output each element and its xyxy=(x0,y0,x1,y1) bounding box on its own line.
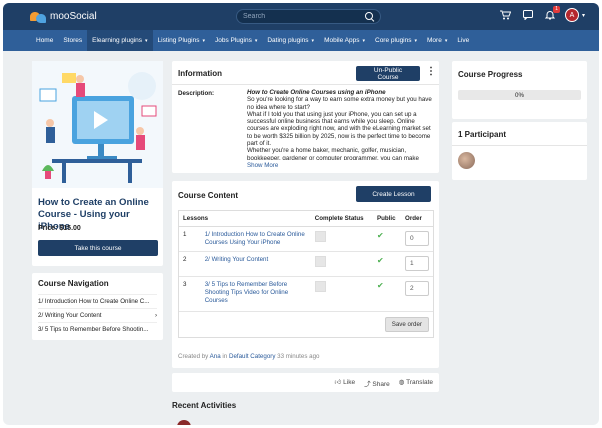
course-navigation-card: Course Navigation 1/ Introduction How to… xyxy=(32,273,163,340)
course-nav-item[interactable]: 3/ 5 Tips to Remember Before Shootin... xyxy=(38,322,157,336)
save-order-button[interactable]: Save order xyxy=(384,317,429,332)
lessons-table: Lessons Complete Status Public Order 1 1… xyxy=(179,211,433,337)
user-avatar[interactable]: A xyxy=(564,8,579,22)
participants-card: 1 Participant xyxy=(452,122,587,180)
information-card: Information Un-Public Course ⋮ Descripti… xyxy=(172,61,439,173)
complete-status-checkbox[interactable] xyxy=(314,256,326,267)
column-header: Lessons xyxy=(179,211,311,227)
chevron-down-icon[interactable]: ▾ xyxy=(582,12,585,19)
main-nav: Home Stores Elearning plugins ▾ Listing P… xyxy=(3,30,599,51)
complete-status-checkbox[interactable] xyxy=(314,281,326,292)
table-row: 3 3/ 5 Tips to Remember Before Shooting … xyxy=(179,276,433,312)
complete-status-checkbox[interactable] xyxy=(314,231,326,242)
nav-item-live[interactable]: Live xyxy=(452,30,474,51)
description-paragraph: What if I told you that using just your … xyxy=(247,110,431,148)
column-header: Complete Status xyxy=(310,211,374,227)
course-price: Price: $15.00 xyxy=(38,225,81,232)
more-options-icon[interactable]: ⋮ xyxy=(426,67,436,77)
recent-activities-title: Recent Activities xyxy=(172,401,237,410)
lesson-title-link[interactable]: 3/ 5 Tips to Remember Before Shooting Ti… xyxy=(200,276,311,312)
cart-icon[interactable] xyxy=(499,8,513,22)
show-more-link[interactable]: Show More xyxy=(247,162,278,169)
progress-bar: 0% xyxy=(458,90,581,100)
public-check-icon: ✔ xyxy=(377,281,384,290)
participants-title: 1 Participant xyxy=(458,130,507,139)
translate-button[interactable]: ◍ Translate xyxy=(399,378,433,388)
description-heading: How to Create Online Courses using an iP… xyxy=(247,89,386,96)
participant-avatar[interactable] xyxy=(458,152,475,169)
course-illustration xyxy=(32,61,163,188)
course-content-title: Course Content xyxy=(178,191,238,200)
top-bar: mooSocial 1 A ▾ xyxy=(3,3,599,30)
nav-item-elearning[interactable]: Elearning plugins ▾ xyxy=(87,30,153,51)
brand-name: mooSocial xyxy=(50,11,97,22)
course-progress-title: Course Progress xyxy=(458,70,523,79)
table-row: 2 2/ Writing Your Content ✔ xyxy=(179,251,433,277)
nav-item-home[interactable]: Home xyxy=(31,30,58,51)
take-course-button[interactable]: Take this course xyxy=(38,240,158,256)
category-link[interactable]: Default Category xyxy=(229,353,275,360)
globe-icon: ◍ xyxy=(398,379,405,386)
course-content-card: Course Content Create Lesson Lessons Com… xyxy=(172,181,439,368)
search-input[interactable] xyxy=(243,13,365,20)
created-by-line: Created by Ana in Default Category 33 mi… xyxy=(178,353,320,360)
lesson-number: 2 xyxy=(179,251,201,277)
information-title: Information xyxy=(178,69,222,78)
top-icons: 1 A ▾ xyxy=(499,6,585,22)
course-progress-card: Course Progress 0% xyxy=(452,61,587,119)
share-button[interactable]: ⤴ Share xyxy=(364,378,390,388)
public-check-icon: ✔ xyxy=(377,256,384,265)
logo-icon xyxy=(30,11,46,23)
nav-item-stores[interactable]: Stores xyxy=(58,30,87,51)
description-label: Description: xyxy=(178,90,215,97)
progress-percent: 0% xyxy=(515,91,524,99)
nav-item-listing[interactable]: Listing Plugins ▾ xyxy=(153,30,210,51)
order-input[interactable] xyxy=(405,281,429,296)
lesson-number: 1 xyxy=(179,226,201,252)
lesson-title-link[interactable]: 2/ Writing Your Content xyxy=(200,251,311,277)
nav-item-dating[interactable]: Dating plugins ▾ xyxy=(262,30,319,51)
actions-bar: 👍︎ Like ⤴ Share ◍ Translate xyxy=(172,373,439,392)
nav-item-more[interactable]: More ▾ xyxy=(422,30,452,51)
table-row: 1 1/ Introduction How to Create Online C… xyxy=(179,226,433,252)
column-header: Public xyxy=(373,211,401,227)
nav-item-jobs[interactable]: Jobs Plugins ▾ xyxy=(210,30,262,51)
chevron-right-icon: › xyxy=(154,312,157,319)
notification-bell-icon[interactable]: 1 xyxy=(543,6,560,22)
course-nav-item[interactable]: 1/ Introduction How to Create Online C..… xyxy=(38,294,157,308)
course-nav-item[interactable]: 2/ Writing Your Content › xyxy=(38,308,157,322)
thumbs-up-icon: 👍︎ xyxy=(334,379,342,386)
description-paragraph: So you're looking for a way to earn some… xyxy=(247,96,432,111)
activity-avatar[interactable] xyxy=(177,420,191,425)
course-card: How to Create an Online Course - Using y… xyxy=(32,61,163,266)
order-input[interactable] xyxy=(405,231,429,246)
nav-item-mobile-apps[interactable]: Mobile Apps ▾ xyxy=(319,30,370,51)
order-input[interactable] xyxy=(405,256,429,271)
description-text: How to Create Online Courses using an iP… xyxy=(247,89,434,160)
share-icon: ⤴ xyxy=(364,381,371,388)
search-box xyxy=(236,9,381,24)
notification-badge: 1 xyxy=(553,6,560,13)
lesson-title-link[interactable]: 1/ Introduction How to Create Online Cou… xyxy=(200,226,311,252)
logo[interactable]: mooSocial xyxy=(30,11,97,23)
chat-icon[interactable] xyxy=(521,8,535,22)
like-button[interactable]: 👍︎ Like xyxy=(335,378,356,388)
lesson-number: 3 xyxy=(179,276,201,312)
lessons-table-wrap: Lessons Complete Status Public Order 1 1… xyxy=(178,210,434,338)
description-paragraph: Whether you're a home baker, mechanic, g… xyxy=(247,147,419,160)
course-navigation-title: Course Navigation xyxy=(38,279,109,288)
unpublic-course-button[interactable]: Un-Public Course xyxy=(356,66,420,81)
public-check-icon: ✔ xyxy=(377,231,384,240)
author-link[interactable]: Ana xyxy=(210,353,221,360)
app-frame: mooSocial 1 A ▾ Home Stores Elearning pl… xyxy=(3,3,599,425)
create-lesson-button[interactable]: Create Lesson xyxy=(356,186,431,202)
column-header: Order xyxy=(401,211,433,227)
nav-item-core-plugins[interactable]: Core plugins ▾ xyxy=(370,30,422,51)
search-icon[interactable] xyxy=(365,12,374,21)
